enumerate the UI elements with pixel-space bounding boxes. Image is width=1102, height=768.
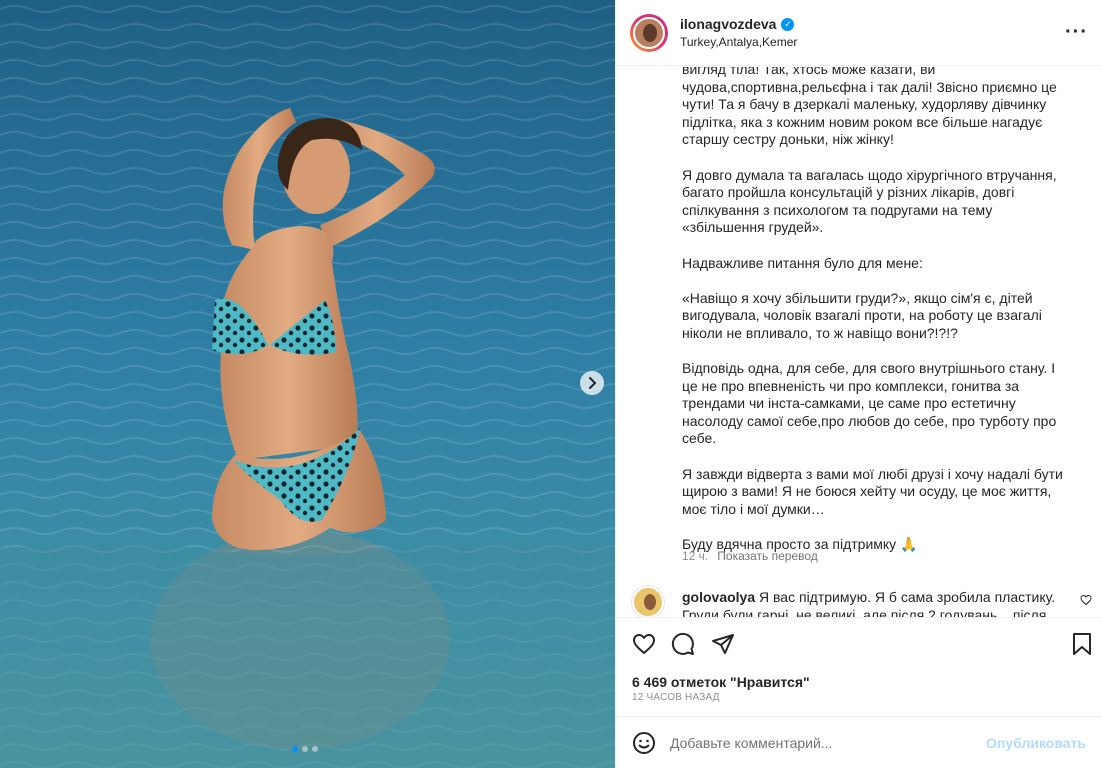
carousel-dot <box>292 746 298 752</box>
save-bookmark-icon[interactable] <box>1072 632 1092 656</box>
comment-item: golovaolya Я вас підтримую. Я б сама зро… <box>616 580 1102 617</box>
comment-input[interactable] <box>670 734 987 751</box>
like-heart-icon[interactable] <box>632 632 656 656</box>
comment-bubble-icon[interactable] <box>671 632 695 656</box>
likes-count[interactable]: 6 469 отметок "Нравится" <box>632 674 810 690</box>
comment-like-icon[interactable] <box>1080 594 1092 606</box>
more-options-icon[interactable]: ··· <box>1065 22 1088 42</box>
post-photo <box>0 0 615 768</box>
comment-body: golovaolya Я вас підтримую. Я б сама зро… <box>682 588 1062 617</box>
author-info: ilonagvozdeva ✓ Turkey,Antalya,Kemer <box>680 16 797 49</box>
commenter-username[interactable]: golovaolya <box>682 589 755 605</box>
post-media[interactable] <box>0 0 615 768</box>
carousel-next-button[interactable] <box>580 371 604 395</box>
emoji-smiley-icon[interactable] <box>632 731 656 755</box>
caption-meta: 12 ч. Показать перевод <box>682 549 818 563</box>
post-header: ilonagvozdeva ✓ Turkey,Antalya,Kemer ··· <box>616 0 1102 66</box>
chevron-right-icon <box>589 377 597 389</box>
caption-paragraph: Надважливе питання було для мене: <box>682 254 923 271</box>
carousel-dot <box>312 746 318 752</box>
author-username-row: ilonagvozdeva ✓ <box>680 16 797 32</box>
post-location[interactable]: Turkey,Antalya,Kemer <box>680 35 797 49</box>
post-caption: вигляд тіла! Так, хтось може казати, ви … <box>682 67 1072 571</box>
post-timestamp: 12 ЧАСОВ НАЗАД <box>632 692 720 703</box>
avatar-image <box>633 16 665 49</box>
commenter-avatar[interactable] <box>632 586 664 617</box>
post-actions <box>616 617 1102 667</box>
caption-age: 12 ч. <box>682 549 709 563</box>
caption-paragraph: Я завжди відверта з вами мої любі друзі … <box>682 465 1063 517</box>
caption-paragraph: Я довго думала та вагалась щодо хірургіч… <box>682 166 1057 236</box>
carousel-dot <box>302 746 308 752</box>
author-username[interactable]: ilonagvozdeva <box>680 16 776 32</box>
publish-button[interactable]: Опубликовать <box>986 735 1086 751</box>
carousel-indicator <box>292 746 318 752</box>
caption-paragraph: Відповідь одна, для себе, для свого внут… <box>682 360 1057 447</box>
caption-paragraph: «Навіщо я хочу збільшити груди?», якщо с… <box>682 289 1042 341</box>
show-translation-button[interactable]: Показать перевод <box>717 549 818 563</box>
caption-scroll-area[interactable]: вигляд тіла! Так, хтось може казати, ви … <box>616 67 1102 580</box>
share-paper-plane-icon[interactable] <box>711 632 735 656</box>
caption-paragraph: вигляд тіла! Так, хтось може казати, ви … <box>682 67 1057 148</box>
verified-check-icon: ✓ <box>781 17 795 31</box>
author-avatar[interactable] <box>630 13 668 52</box>
post-side-panel: ilonagvozdeva ✓ Turkey,Antalya,Kemer ···… <box>615 0 1102 768</box>
add-comment-bar: Опубликовать <box>616 716 1102 768</box>
